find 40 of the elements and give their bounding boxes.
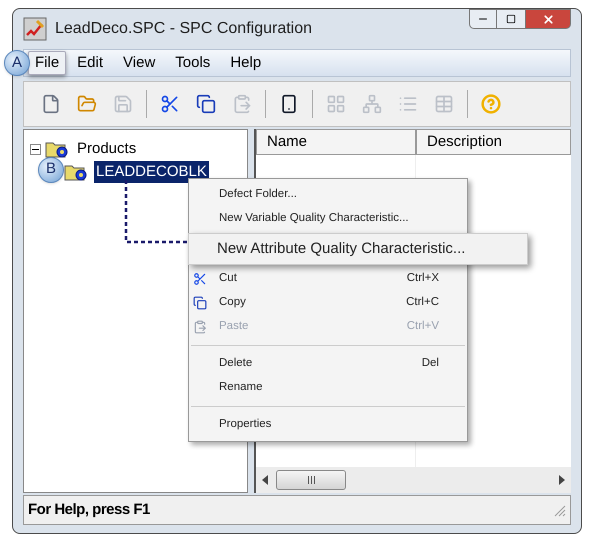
close-icon xyxy=(542,12,554,26)
tree-item[interactable]: Products xyxy=(75,138,138,160)
menu-option[interactable]: Defect Folder... xyxy=(189,183,467,207)
horizontal-scrollbar[interactable] xyxy=(256,467,571,493)
copy-icon xyxy=(193,296,207,310)
menu-item[interactable]: File xyxy=(28,51,66,75)
collapse-icon[interactable] xyxy=(30,144,41,155)
menu-option[interactable]: Properties xyxy=(189,413,467,437)
tree-item[interactable]: LEADDECOBLK xyxy=(94,160,209,183)
app-icon xyxy=(23,17,47,41)
callout-badge: B xyxy=(38,156,64,182)
close-button[interactable] xyxy=(525,9,571,29)
menu-option[interactable]: Rename xyxy=(189,376,467,400)
menu-item[interactable]: Help xyxy=(221,51,270,75)
minimize-button[interactable] xyxy=(469,9,497,29)
menu-item[interactable]: View xyxy=(114,51,164,75)
menu-option[interactable]: Delete Del xyxy=(189,352,467,376)
scissors-icon xyxy=(193,272,207,286)
scroll-right-icon[interactable] xyxy=(559,475,565,485)
column-header[interactable]: Name xyxy=(256,129,416,155)
shortcut-text: Del xyxy=(422,356,439,372)
shortcut-text: Ctrl+C xyxy=(406,295,439,310)
shortcut-text: Ctrl+V xyxy=(406,319,439,334)
menu-item[interactable]: Tools xyxy=(166,51,220,75)
scroll-left-icon[interactable] xyxy=(262,475,268,485)
maximize-button[interactable] xyxy=(497,9,525,29)
window-title: LeadDeco.SPC - SPC Configuration xyxy=(55,19,312,39)
menu-option[interactable]: Cut Ctrl+X xyxy=(189,267,467,291)
clipboard-icon xyxy=(193,320,207,334)
scrollbar-thumb[interactable] xyxy=(276,470,346,490)
column-header[interactable]: Description xyxy=(416,129,571,155)
menu-option[interactable]: New Variable Quality Characteristic... xyxy=(189,207,467,231)
callout-badge: A xyxy=(4,50,30,76)
status-text: For Help, press F1 xyxy=(28,500,150,520)
menu-option[interactable]: Copy Ctrl+C xyxy=(189,291,467,315)
menu-item[interactable]: Edit xyxy=(68,51,112,75)
menu-option[interactable]: New Attribute Quality Characteristic... xyxy=(188,233,528,265)
shortcut-text: Ctrl+X xyxy=(406,271,439,286)
maximize-icon xyxy=(506,14,516,24)
resize-grip-icon xyxy=(552,503,566,517)
